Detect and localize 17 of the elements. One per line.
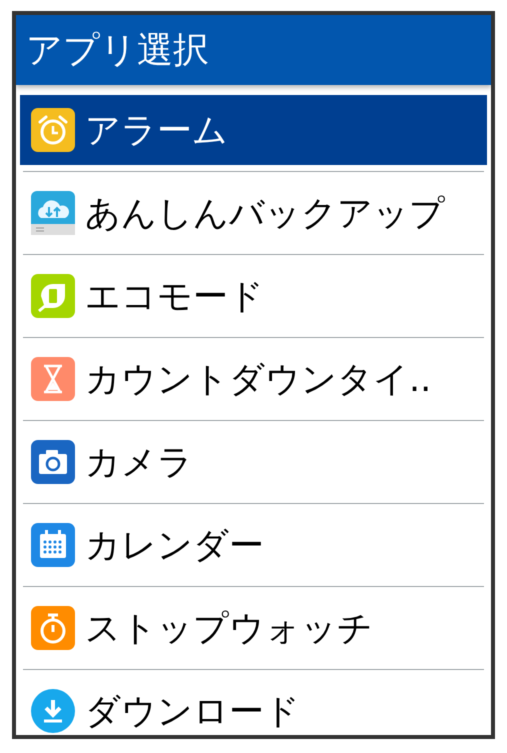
app-list-item[interactable]: あんしんバックアップ bbox=[20, 178, 487, 248]
camera-icon bbox=[31, 440, 75, 484]
app-list-item[interactable]: カレンダー bbox=[20, 510, 487, 580]
hourglass-icon bbox=[31, 357, 75, 401]
leaf-battery-icon bbox=[31, 274, 75, 318]
calendar-icon bbox=[31, 523, 75, 567]
app-list-item[interactable]: アラーム bbox=[20, 95, 487, 165]
download-icon bbox=[31, 689, 75, 733]
app-list-item[interactable]: ダウンロード bbox=[20, 676, 487, 735]
stopwatch-icon bbox=[31, 606, 75, 650]
app-list-item[interactable]: エコモード bbox=[20, 261, 487, 331]
alarm-clock-icon bbox=[31, 108, 75, 152]
cloud-sync-icon bbox=[31, 191, 75, 235]
app-list-item[interactable]: カウントダウンタイ.. bbox=[20, 344, 487, 414]
dialog-title: アプリ選択 bbox=[26, 28, 209, 72]
app-list-item[interactable]: カメラ bbox=[20, 427, 487, 497]
app-list-item[interactable]: ストップウォッチ bbox=[20, 593, 487, 663]
